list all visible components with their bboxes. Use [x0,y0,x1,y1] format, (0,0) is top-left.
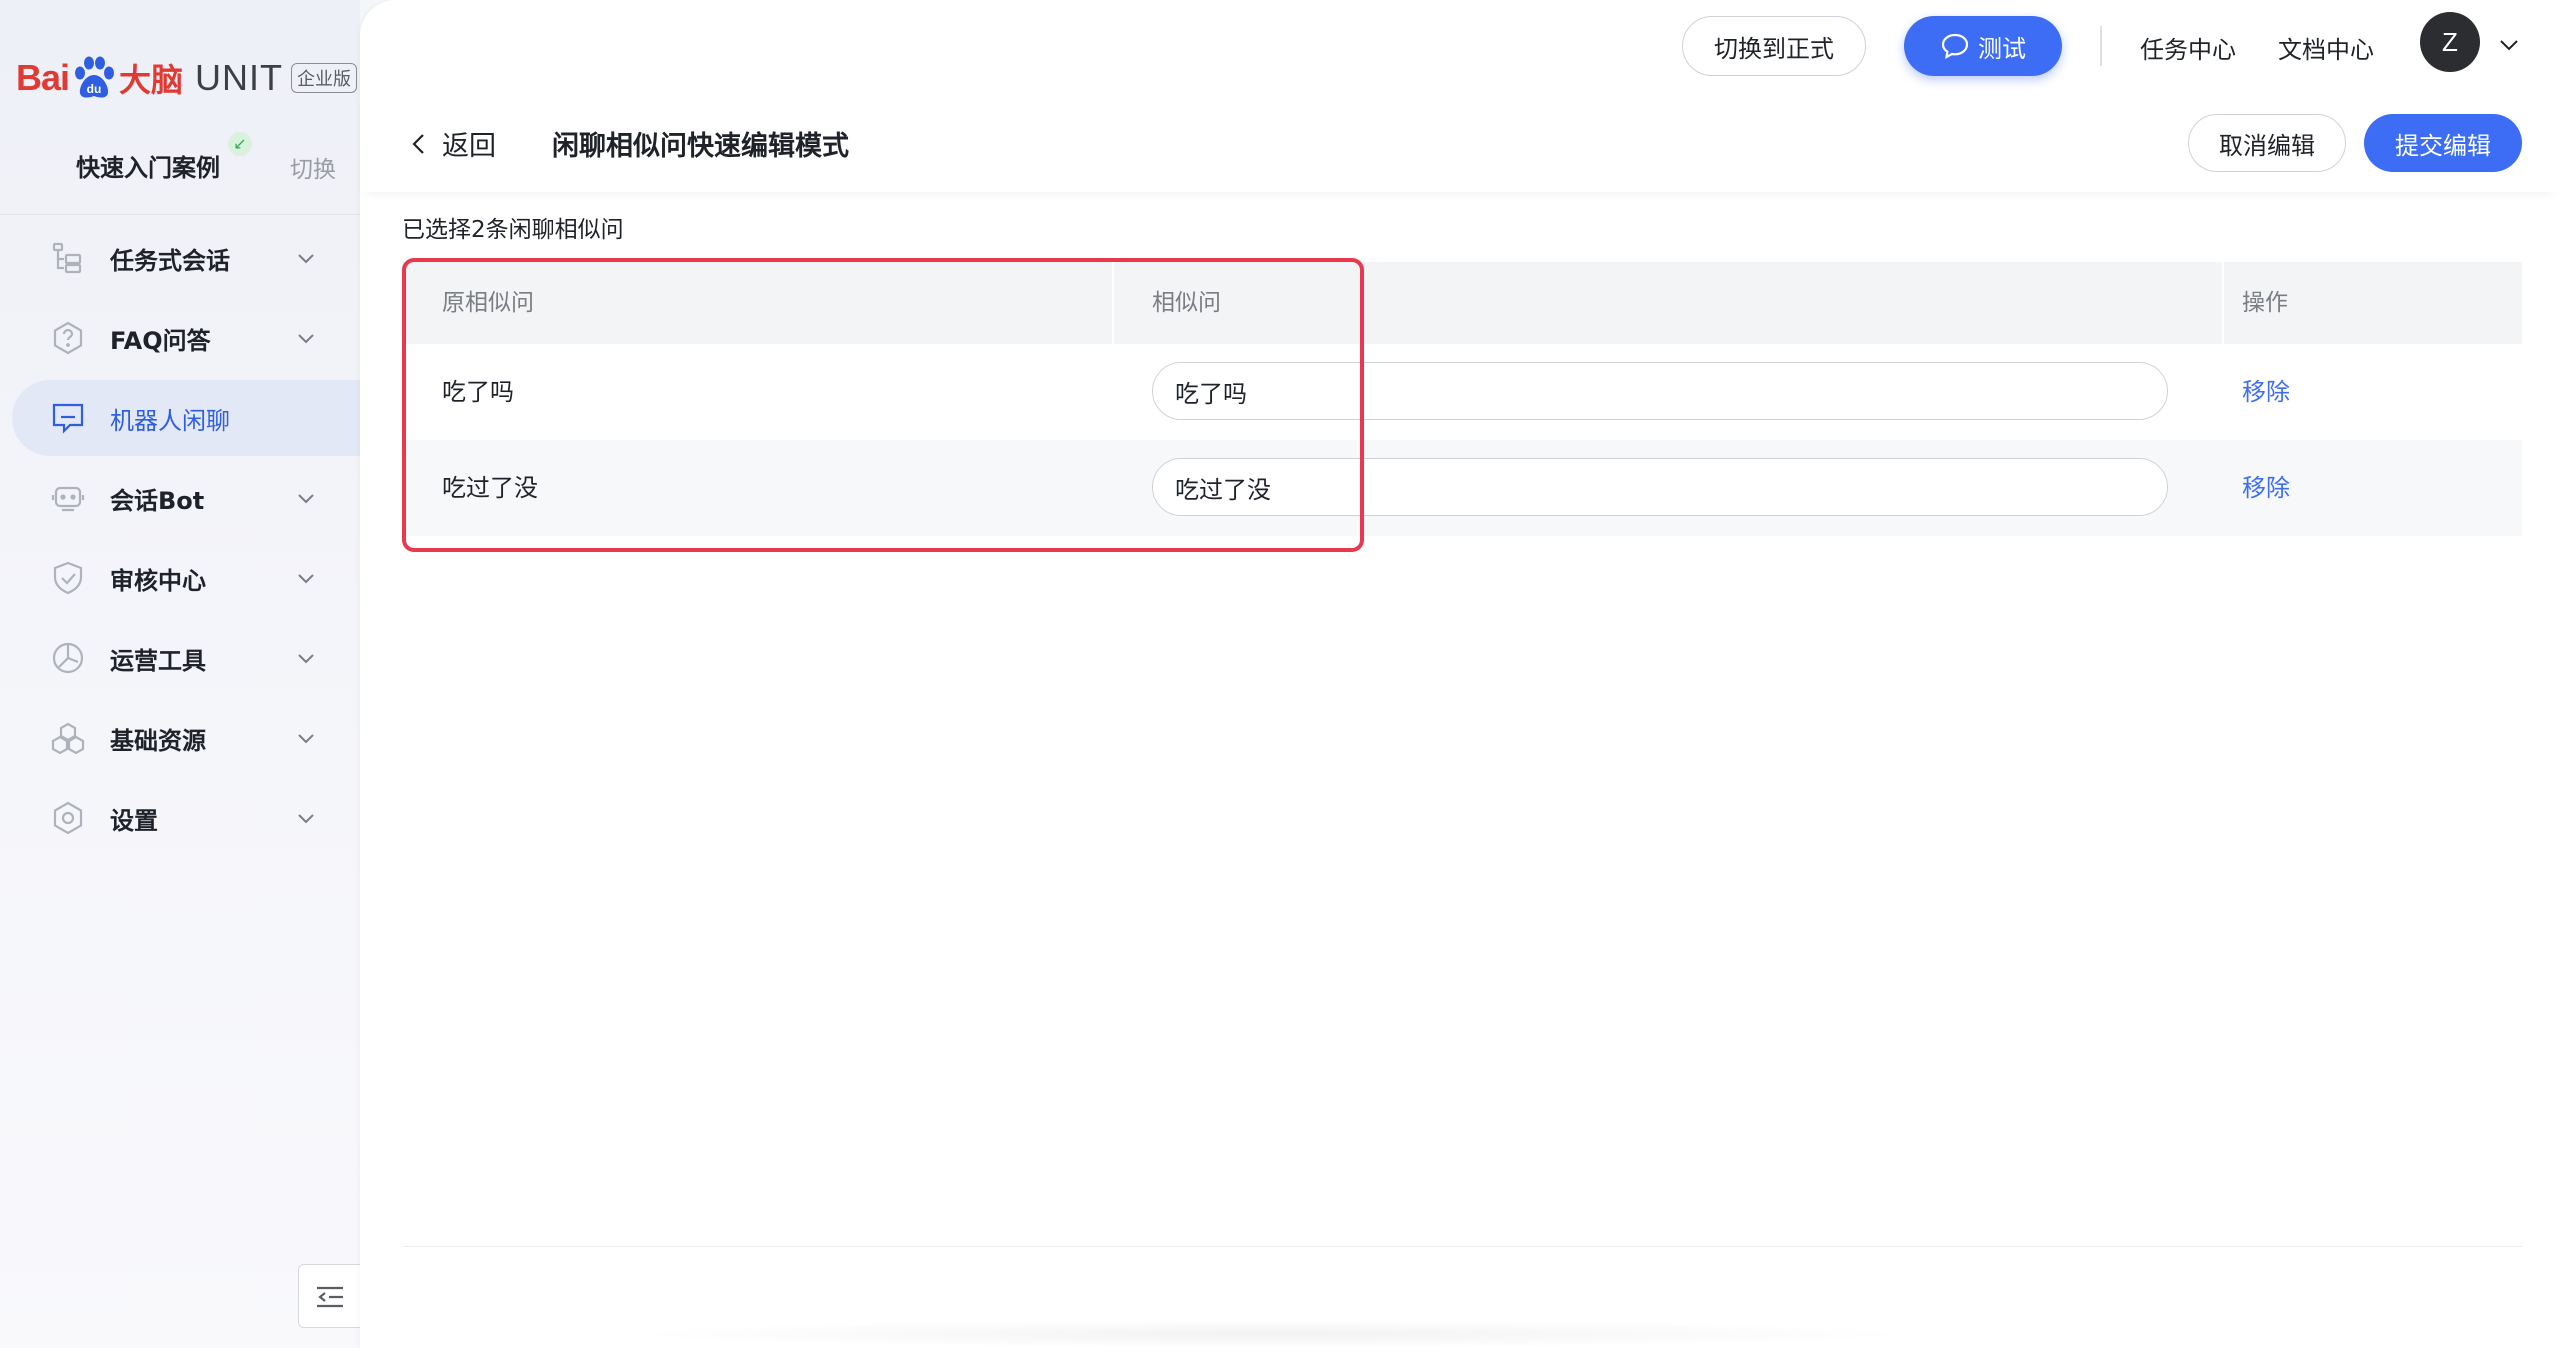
resources-icon [50,720,86,756]
sidebar-item-review-center[interactable]: 审核中心 [0,538,360,618]
column-divider [2222,262,2224,344]
chevron-left-icon [412,133,424,154]
cancel-edit-button[interactable]: 取消编辑 [2188,114,2346,172]
sidebar-item-faq[interactable]: FAQ问答 [0,298,360,378]
logo-du-text: du [87,82,102,96]
page-header: 返回 闲聊相似问快速编辑模式 取消编辑 提交编辑 [360,92,2558,192]
project-name[interactable]: 快速入门案例 [76,148,220,183]
chevron-down-icon [298,814,314,824]
footer-divider [402,1246,2522,1247]
shield-check-icon [50,560,86,596]
collapse-sidebar-icon [317,1286,343,1308]
project-status-icon: ↙ [228,132,252,156]
sidebar-item-label: 任务式会话 [110,246,230,275]
switch-to-production-button[interactable]: 切换到正式 [1682,16,1866,76]
chevron-down-icon [298,574,314,584]
sidebar-item-label: 会话Bot [110,486,205,515]
sidebar-item-label: 基础资源 [110,726,206,755]
chevron-down-icon [298,654,314,664]
remove-link[interactable]: 移除 [2242,440,2290,536]
topbar-divider [2100,26,2102,66]
back-label: 返回 [442,131,496,162]
sidebar-item-robot-chat[interactable]: 机器人闲聊 [0,378,372,458]
sidebar-item-label: 运营工具 [110,646,206,675]
sidebar: Bai du 大脑 UNIT 企业版 快速入门案例 ↙ 切换 任务式会话 FAQ… [0,0,372,1348]
footer-shadow [620,1320,1920,1348]
bot-icon [50,480,86,516]
sidebar-item-label: 设置 [110,806,158,835]
logo-bai-text: Bai [16,57,70,98]
faq-question-icon [50,320,86,356]
settings-icon [50,800,86,836]
sidebar-item-bot[interactable]: 会话Bot [0,458,360,538]
sidebar-item-settings[interactable]: 设置 [0,778,360,858]
back-button[interactable]: 返回 [410,124,496,163]
chevron-down-icon [298,494,314,504]
column-header-action: 操作 [2242,290,2288,316]
chat-bubble-icon [1941,33,1969,60]
submit-edit-button[interactable]: 提交编辑 [2364,114,2522,172]
operations-icon [50,640,86,676]
sidebar-menu: 任务式会话 FAQ问答 机器人闲聊 会话Bot 审核中心 运营工具 基础资源 设… [0,218,372,858]
avatar[interactable]: Z [2420,12,2480,72]
remove-link[interactable]: 移除 [2242,344,2290,440]
sidebar-item-operations[interactable]: 运营工具 [0,618,360,698]
doc-center-link[interactable]: 文档中心 [2278,30,2374,65]
selection-info: 已选择2条闲聊相似问 [402,217,624,243]
chat-bubble-icon [50,400,86,436]
chevron-down-icon [298,254,314,264]
project-switch-link[interactable]: 切换 [290,150,336,184]
sidebar-item-label: FAQ问答 [110,326,211,355]
baidu-unit-logo[interactable]: Bai du 大脑 UNIT 企业版 [16,48,358,108]
logo-unit-text: UNIT [195,57,284,98]
sidebar-item-resources[interactable]: 基础资源 [0,698,360,778]
test-button-label: 测试 [1978,34,2026,63]
chevron-down-icon [298,734,314,744]
edition-badge: 企业版 [291,63,358,93]
sidebar-item-label: 审核中心 [110,566,206,595]
logo-brain-text: 大脑 [119,61,184,99]
top-bar: 切换到正式 测试 任务中心 文档中心 Z [360,0,2558,92]
task-center-link[interactable]: 任务中心 [2140,30,2236,65]
sidebar-item-label: 机器人闲聊 [110,406,230,435]
chevron-down-icon [298,334,314,344]
annotation-highlight-box [402,258,1364,552]
baidu-paw-icon: du [71,55,117,101]
main-panel: 切换到正式 测试 任务中心 文档中心 Z 返回 闲聊相似问快速编辑模式 取消编辑… [360,0,2558,1348]
task-flow-icon [50,240,86,276]
page-title: 闲聊相似问快速编辑模式 [552,131,849,162]
chevron-down-icon[interactable] [2498,34,2520,56]
sidebar-item-task-dialog[interactable]: 任务式会话 [0,218,360,298]
sidebar-divider [0,214,360,215]
test-button[interactable]: 测试 [1904,16,2062,76]
sidebar-collapse-button[interactable] [298,1264,360,1328]
